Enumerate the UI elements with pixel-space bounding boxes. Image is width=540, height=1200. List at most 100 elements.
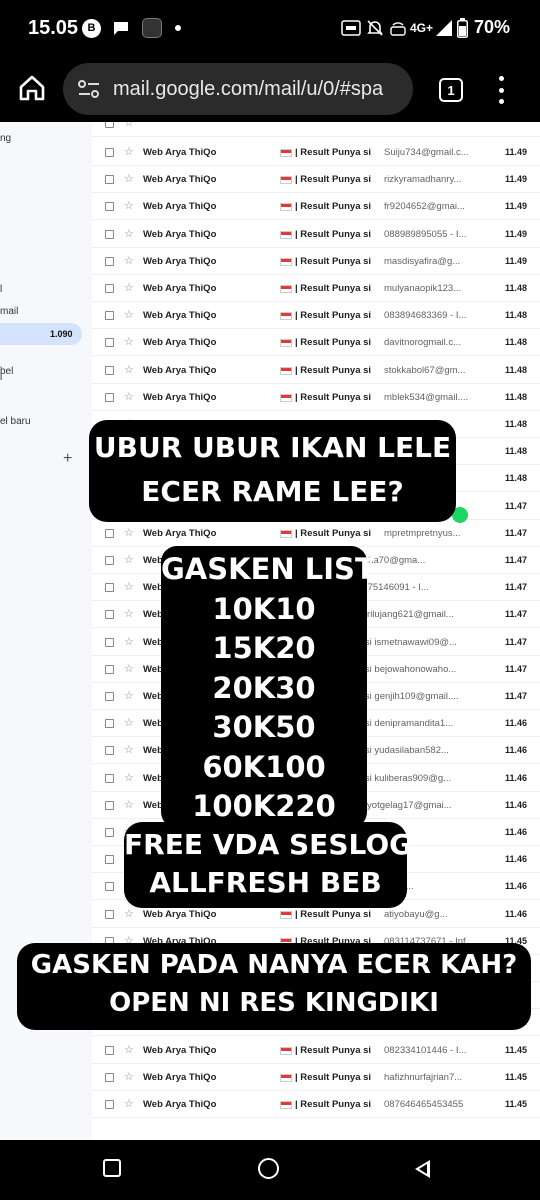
table-row[interactable]: ☆ Web Arya ThiQo | Result Punya si stokkabo… [92,357,540,384]
overflow-menu-icon[interactable] [496,76,506,104]
star-icon[interactable]: ☆ [124,390,134,403]
star-icon[interactable]: ☆ [124,145,134,158]
row-checkbox[interactable] [105,122,114,128]
recents-button[interactable] [103,1159,121,1177]
row-checkbox[interactable] [105,365,114,375]
star-icon[interactable]: ☆ [124,335,134,348]
flag-icon [280,285,292,293]
table-row[interactable]: ☆ Web Arya ThiQo | Result Punya si 08898989… [92,221,540,248]
table-row[interactable]: ☆ Web Arya ThiQo | Result Punya si hafizhnu… [92,1064,540,1091]
star-icon[interactable]: ☆ [124,281,134,294]
star-icon[interactable]: ☆ [124,716,134,729]
row-snippet: atiyobayu@g... [384,908,448,920]
row-checkbox[interactable] [105,909,114,919]
row-checkbox[interactable] [105,1072,114,1082]
tab-switcher-button[interactable]: 1 [439,78,463,102]
table-row[interactable]: ☆ Web Arya ThiQo | Result Punya si masdisya… [92,248,540,275]
row-time: 11.49 [505,228,528,239]
star-icon[interactable]: ☆ [124,580,134,593]
home-nav-button[interactable] [258,1158,279,1179]
table-row[interactable]: ☆ Web Arya ThiQo | Result Punya si mblek534… [92,384,540,411]
row-checkbox[interactable] [105,746,114,756]
row-sender: Web Arya ThiQo [143,1071,217,1083]
row-checkbox[interactable] [105,882,114,892]
row-sender: Web Arya ThiQo [143,255,217,267]
row-checkbox[interactable] [105,556,114,565]
star-icon[interactable]: ☆ [124,254,134,267]
row-checkbox[interactable] [105,773,114,783]
row-checkbox[interactable] [105,229,114,239]
sidebar-label[interactable]: l [0,372,2,383]
row-time: 11.47 [505,663,528,674]
star-icon[interactable]: ☆ [124,607,134,620]
flag-icon [280,176,292,185]
sidebar-label[interactable]: l [0,284,2,295]
row-snippet: azrilujang621@gmail... [357,609,454,621]
star-icon[interactable]: ☆ [124,1097,134,1110]
row-checkbox[interactable] [105,1045,114,1055]
table-row[interactable]: ☆ Web Arya ThiQo | Result Punya si Suiju734… [92,139,540,166]
row-checkbox[interactable] [105,175,114,185]
table-row[interactable]: ☆ Web Arya ThiQo | Result Punya si 08233410… [92,1037,540,1064]
star-icon[interactable]: ☆ [124,308,134,321]
row-checkbox[interactable] [105,202,114,212]
row-checkbox[interactable] [105,855,114,865]
table-row[interactable]: ☆ Web Arya ThiQo | Result Punya si mpretmpr… [92,520,540,547]
row-checkbox[interactable] [105,1100,114,1109]
row-checkbox[interactable] [105,637,114,647]
row-checkbox[interactable] [105,338,114,348]
row-checkbox[interactable] [105,583,114,593]
row-time: 11.47 [505,609,528,620]
star-icon[interactable]: ☆ [124,1070,134,1083]
row-sender: Web Arya ThiQo [143,1099,217,1110]
star-icon[interactable]: ☆ [124,122,134,129]
row-subject: | Result Punya si [295,1044,372,1056]
row-checkbox[interactable] [105,311,114,321]
home-button[interactable] [16,72,48,104]
row-checkbox[interactable] [105,664,114,674]
star-icon[interactable]: ☆ [124,689,134,702]
row-snippet: a si bejowahonowaho... [357,663,457,675]
row-checkbox[interactable] [105,828,114,837]
row-checkbox[interactable] [105,719,114,729]
table-row[interactable]: ☆ Web Arya ThiQo | Result Punya si 08764646… [92,1091,540,1118]
add-label-icon[interactable]: + [63,450,72,468]
row-checkbox[interactable] [105,284,114,293]
row-checkbox[interactable] [105,392,114,402]
table-row[interactable]: ☆ Web Arya ThiQo | Result Punya si davitnor… [92,329,540,357]
star-icon[interactable]: ☆ [124,771,134,784]
star-icon[interactable]: ☆ [124,743,134,756]
star-icon[interactable]: ☆ [124,798,134,811]
table-row[interactable]: ☆ Web Arya ThiQo | Result Punya si rizkyram… [92,166,540,194]
row-checkbox[interactable] [105,256,114,266]
sidebar-label[interactable]: ng [0,133,11,144]
star-icon[interactable]: ☆ [124,635,134,648]
sidebar-label[interactable]: mail [0,306,18,317]
table-row[interactable]: ☆ Web Arya ThiQo | Result Punya si fr920465… [92,193,540,221]
table-row[interactable]: ☆ [92,122,540,137]
row-checkbox[interactable] [105,692,114,701]
row-checkbox[interactable] [105,148,114,157]
star-icon[interactable]: ☆ [124,907,134,920]
table-row[interactable]: ☆ Web Arya ThiQo | Result Punya si 08389468… [92,302,540,330]
row-snippet: hafizhnurfajrian7... [384,1071,463,1083]
row-snippet: a si denipramandita1... [357,718,454,730]
battery-icon [457,18,468,38]
sidebar-label[interactable]: el baru [0,416,31,427]
row-checkbox[interactable] [105,800,114,810]
row-checkbox[interactable] [105,610,114,620]
row-checkbox[interactable] [105,528,114,538]
star-icon[interactable]: ☆ [124,662,134,675]
table-row[interactable]: ☆ Web Arya ThiQo | Result Punya si mulyanao… [92,275,540,302]
site-settings-icon[interactable] [77,79,101,99]
row-snippet: a si yudasilaban582... [357,745,449,757]
url-bar[interactable]: mail.google.com/mail/u/0/#spa [63,63,413,115]
star-icon[interactable]: ☆ [124,363,134,376]
star-icon[interactable]: ☆ [124,227,134,240]
star-icon[interactable]: ☆ [124,172,134,185]
star-icon[interactable]: ☆ [124,553,134,566]
star-icon[interactable]: ☆ [124,1043,134,1056]
caption-top: UBUR UBUR IKAN LELE ECER RAME LEE? [89,420,456,522]
star-icon[interactable]: ☆ [124,199,134,212]
star-icon[interactable]: ☆ [124,526,134,539]
